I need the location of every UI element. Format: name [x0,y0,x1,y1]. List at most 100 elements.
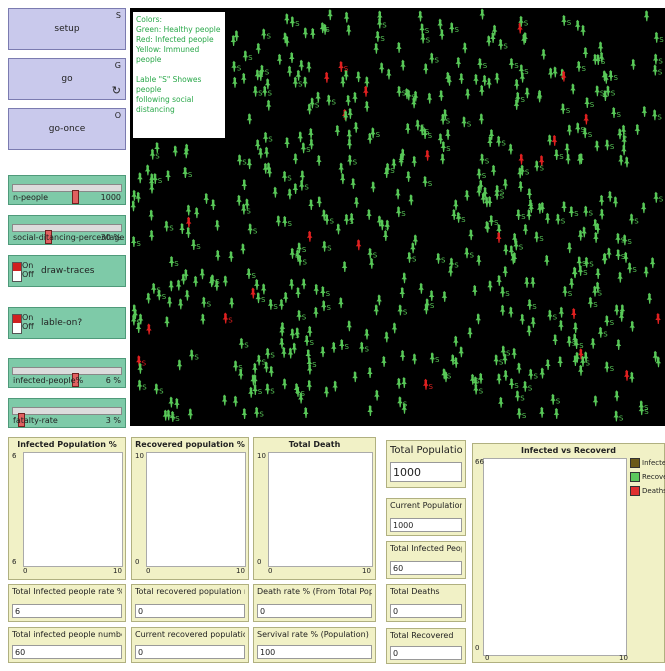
healthy-person-icon [592,395,599,407]
social-distancing-label: S [579,342,584,350]
infected-people-slider[interactable]: infected-people% 6 % [8,358,126,388]
healthy-person-icon [308,127,314,139]
go-once-label: go-once [48,124,86,134]
social-distancing-label: S [582,65,587,73]
healthy-person-icon [643,266,649,278]
healthy-person-icon: S [449,22,460,34]
social-distancing-label: S [593,301,598,309]
total-death-plot[interactable]: Total Death 10 0 0 10 [253,437,376,580]
healthy-person-icon [353,121,359,133]
slider-track[interactable] [12,367,122,387]
healthy-person-icon [275,215,282,227]
social-distancing-label: S [295,20,300,28]
n-people-slider[interactable]: n-people 1000 [8,175,126,205]
slider-value: 6 % [105,376,121,385]
social-distancing-label: S [539,235,544,243]
social-distancing-label: S [265,69,270,77]
healthy-person-icon: S [320,286,331,298]
social-distancing-label: S [287,175,292,183]
healthy-person-icon [599,208,605,220]
social-distancing-label: S [658,69,663,77]
slider-track[interactable] [12,224,122,244]
healthy-person-icon [572,322,579,334]
slider-track[interactable] [12,184,122,204]
social-distancing-label: S [196,243,201,251]
social-distancing-label: S [658,58,663,66]
healthy-person-icon: S [604,139,615,151]
slider-track[interactable] [12,407,122,427]
social-distancing-slider[interactable]: social-ditancing-percentage 30 % [8,215,126,245]
healthy-person-icon [130,200,136,212]
infected-person-icon [551,134,558,146]
social-distancing-label: S [567,19,572,27]
social-distancing-label: S [303,259,308,267]
healthy-person-icon [594,140,600,152]
healthy-person-icon [539,367,545,379]
infected-person-icon [496,231,502,243]
slider-thumb[interactable] [72,190,80,204]
healthy-person-icon: S [232,360,243,372]
healthy-person-icon: S [252,384,263,396]
social-distancing-label: S [589,261,594,269]
social-distancing-label: S [288,220,293,228]
go-once-button[interactable]: O go-once [8,108,126,150]
social-distancing-label: S [521,213,526,221]
healthy-person-icon [464,88,471,100]
social-distancing-label: S [382,22,387,30]
toggle-switch[interactable] [12,262,22,282]
setup-button[interactable]: S setup [8,8,126,50]
healthy-person-icon [547,67,554,79]
healthy-person-icon [367,405,373,416]
healthy-person-icon [473,73,479,85]
fatality-rate-slider[interactable]: fatalty-rate 3 % [8,398,126,428]
healthy-person-icon: S [359,341,370,354]
healthy-person-icon [215,249,221,261]
healthy-person-icon [526,188,533,199]
social-distancing-label: S [270,352,275,360]
toggle-switch[interactable] [12,314,22,334]
slider-label: n-people [13,193,49,202]
monitor-label: Total recovered population rate (... [135,587,245,596]
healthy-person-icon [486,77,492,89]
infected-population-plot[interactable]: Infected Population % 6 6 0 10 [8,437,126,580]
social-distancing-label: S [568,290,573,298]
social-distancing-label: S [632,266,637,274]
healthy-person-icon: S [376,17,387,30]
healthy-person-icon: S [347,154,358,167]
healthy-person-icon [496,373,502,385]
healthy-person-icon [439,28,445,40]
healthy-person-icon [210,199,216,210]
healthy-person-icon [343,11,350,23]
healthy-person-icon: S [562,285,573,298]
healthy-person-icon [445,128,451,140]
healthy-person-icon [345,24,352,36]
draw-traces-switch[interactable]: On Off draw-traces [8,255,126,287]
healthy-person-icon [346,320,352,332]
infected-vs-recovered-plot[interactable]: Infected vs Recoverd 66 0 0 10 Infected R… [472,443,665,663]
healthy-person-icon: S [130,236,141,248]
recovered-population-plot[interactable]: Recovered population % 10 0 0 10 [131,437,249,580]
healthy-person-icon [507,143,514,155]
healthy-person-icon [353,196,360,208]
healthy-person-icon: S [515,209,526,221]
go-button[interactable]: G go ↻ [8,58,126,100]
healthy-person-icon [458,346,464,358]
plot-title: Recovered population % [135,440,245,449]
lable-on-switch[interactable]: On Off lable-on? [8,307,126,339]
healthy-person-icon: S [461,116,472,128]
social-distancing-label: S [390,167,395,175]
healthy-person-icon [232,76,238,88]
healthy-person-icon [646,292,653,304]
social-distancing-label: S [175,415,180,423]
healthy-person-icon [494,72,500,84]
monitor-value: 1000 [390,462,462,482]
healthy-person-icon: S [406,251,417,264]
healthy-person-icon [164,316,170,328]
healthy-person-icon [405,170,412,182]
healthy-person-icon [516,362,522,374]
healthy-person-icon [476,254,482,266]
healthy-person-icon [221,394,228,406]
healthy-person-icon [524,87,530,99]
healthy-person-icon [298,59,305,71]
social-distancing-label: S [401,210,406,218]
